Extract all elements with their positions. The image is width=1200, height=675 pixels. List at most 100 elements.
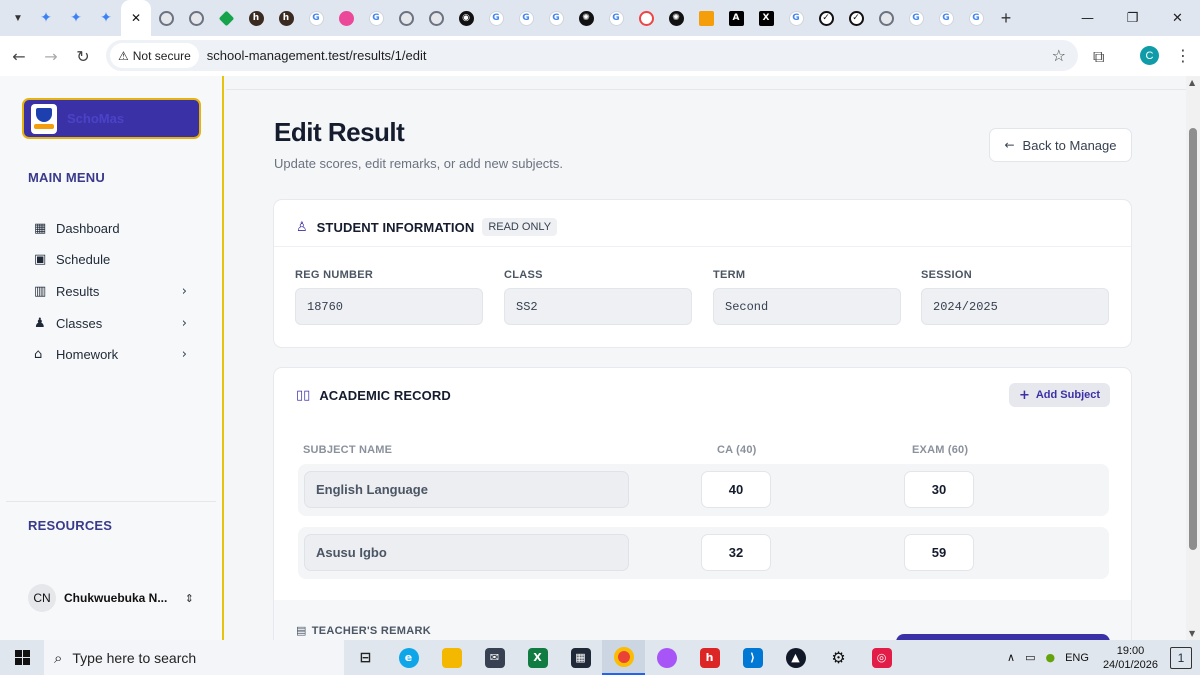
exam-score-input[interactable]: 30 xyxy=(904,471,974,508)
creative-cloud-icon[interactable]: ◎ xyxy=(860,640,903,675)
browser-tab-strip: ▼ ✦ ✦ ✦ ✕ h h G G ◉ G G G ✺ G ✺ A X G ✓ ✓ G G G + — ❐ ✕ xyxy=(0,0,1200,36)
browser-tab[interactable]: ✺ xyxy=(571,0,601,36)
chrome-icon[interactable] xyxy=(602,640,645,675)
network-icon[interactable]: ● xyxy=(1045,651,1055,664)
windows-start-icon[interactable] xyxy=(0,640,44,675)
taskbar-search-box[interactable]: ⌕ Type here to search xyxy=(44,640,344,675)
bookmark-star-icon[interactable]: ☆ xyxy=(1052,46,1066,65)
browser-tab[interactable] xyxy=(331,0,361,36)
profile-avatar[interactable]: C xyxy=(1140,46,1159,65)
browser-tab[interactable] xyxy=(391,0,421,36)
browser-tab[interactable]: ✕ xyxy=(121,0,151,36)
sidebar-item-dashboard[interactable]: ▦ Dashboard xyxy=(28,215,193,241)
browser-tab[interactable]: G xyxy=(901,0,931,36)
settings-gear-icon[interactable]: ⚙ xyxy=(817,640,860,675)
browser-tab[interactable]: h xyxy=(271,0,301,36)
restore-icon[interactable]: ❐ xyxy=(1110,0,1155,36)
sidebar-item-homework[interactable]: ⌂ Homework › xyxy=(28,342,193,368)
browser-tab[interactable]: ✓ xyxy=(811,0,841,36)
back-to-manage-button[interactable]: ← Back to Manage xyxy=(989,128,1132,162)
browser-tab[interactable]: G xyxy=(931,0,961,36)
browser-tab[interactable] xyxy=(151,0,181,36)
browser-tab[interactable]: A xyxy=(721,0,751,36)
scroll-down-icon[interactable]: ▼ xyxy=(1189,629,1195,638)
browser-tab[interactable]: ✦ xyxy=(31,0,61,36)
subject-name-input[interactable]: English Language xyxy=(304,471,629,508)
security-chip[interactable]: ⚠ Not secure xyxy=(110,43,199,68)
sidebar-item-results[interactable]: ▥ Results › xyxy=(28,278,193,304)
scrollbar-thumb[interactable] xyxy=(1189,128,1197,550)
vscode-icon[interactable]: ⟩ xyxy=(731,640,774,675)
sidebar-item-schedule[interactable]: ▣ Schedule xyxy=(28,247,193,273)
globe-icon xyxy=(878,10,894,26)
chrome-canary-icon[interactable] xyxy=(645,640,688,675)
windows-taskbar: ⌕ Type here to search ⊟ e ✉ X ▦ h ⟩ ▲ ⚙ … xyxy=(0,640,1200,675)
browser-tab[interactable] xyxy=(421,0,451,36)
browser-tab[interactable]: ✓ xyxy=(841,0,871,36)
back-arrow-icon[interactable]: ← xyxy=(3,40,35,72)
page-title: Edit Result xyxy=(274,117,405,147)
show-hidden-icons-icon[interactable]: ∧ xyxy=(1007,651,1015,664)
add-subject-button[interactable]: + Add Subject xyxy=(1009,383,1110,407)
task-view-icon[interactable]: ⊟ xyxy=(344,640,387,675)
battery-icon[interactable]: ▭ xyxy=(1025,651,1035,664)
browser-tab[interactable]: ✦ xyxy=(61,0,91,36)
exam-score-input[interactable]: 59 xyxy=(904,534,974,571)
url-text[interactable]: school-management.test/results/1/edit xyxy=(207,48,427,63)
security-label: Not secure xyxy=(132,48,191,63)
extensions-puzzle-icon[interactable]: ⧉ xyxy=(1093,47,1104,67)
new-tab-button[interactable]: + xyxy=(991,8,1021,29)
brand-logo[interactable]: SchoMas xyxy=(22,98,201,139)
user-menu[interactable]: CN Chukwuebuka N... ⇕ xyxy=(28,584,198,612)
bar-chart-icon: ▥ xyxy=(34,283,47,299)
chevron-up-down-icon[interactable]: ⇕ xyxy=(185,592,194,605)
browser-tab[interactable]: G xyxy=(361,0,391,36)
browser-tab[interactable] xyxy=(691,0,721,36)
browser-tab[interactable]: G xyxy=(541,0,571,36)
student-information-header: ♙ STUDENT INFORMATION READ ONLY xyxy=(296,216,558,238)
browser-tab[interactable]: ✺ xyxy=(661,0,691,36)
dribbble-icon xyxy=(338,10,354,26)
ca-score-input[interactable]: 40 xyxy=(701,471,771,508)
browser-tab[interactable]: G xyxy=(511,0,541,36)
browser-tab[interactable]: G xyxy=(481,0,511,36)
edge-icon[interactable]: e xyxy=(387,640,430,675)
close-tab-icon[interactable]: ✕ xyxy=(131,11,141,25)
browser-tab[interactable]: h xyxy=(241,0,271,36)
browser-tab[interactable]: G xyxy=(601,0,631,36)
store-icon[interactable]: ▦ xyxy=(559,640,602,675)
browser-tab[interactable] xyxy=(211,0,241,36)
tab-search-menu-icon[interactable]: ▼ xyxy=(5,5,31,31)
page-scrollbar[interactable]: ▲ ▼ xyxy=(1186,76,1200,640)
browser-tab[interactable]: G xyxy=(301,0,331,36)
subject-name-input[interactable]: Asusu Igbo xyxy=(304,534,629,571)
notification-center-icon[interactable]: 1 xyxy=(1170,646,1192,669)
globe-icon xyxy=(428,10,444,26)
excel-icon[interactable]: X xyxy=(516,640,559,675)
forward-arrow-icon[interactable]: → xyxy=(35,40,67,72)
taskbar-clock[interactable]: 19:00 24/01/2026 xyxy=(1103,644,1158,672)
reg-number-field: 18760 xyxy=(295,288,483,325)
browser-tab[interactable] xyxy=(871,0,901,36)
red-app-icon[interactable]: h xyxy=(688,640,731,675)
browser-tab[interactable]: ◉ xyxy=(451,0,481,36)
language-indicator[interactable]: ENG xyxy=(1065,652,1089,664)
page-subtitle: Update scores, edit remarks, or add new … xyxy=(274,156,564,171)
file-explorer-icon[interactable] xyxy=(430,640,473,675)
address-bar[interactable]: ⚠ Not secure school-management.test/resu… xyxy=(106,40,1078,71)
close-window-icon[interactable]: ✕ xyxy=(1155,0,1200,36)
browser-tab[interactable]: ✦ xyxy=(91,0,121,36)
ca-score-input[interactable]: 32 xyxy=(701,534,771,571)
photos-icon[interactable]: ▲ xyxy=(774,640,817,675)
scroll-up-icon[interactable]: ▲ xyxy=(1189,78,1195,87)
reload-icon[interactable]: ↻ xyxy=(67,40,99,72)
browser-tab[interactable]: G xyxy=(781,0,811,36)
browser-tab[interactable] xyxy=(181,0,211,36)
browser-tab[interactable]: X xyxy=(751,0,781,36)
browser-menu-icon[interactable]: ⋮ xyxy=(1175,46,1191,65)
mail-icon[interactable]: ✉ xyxy=(473,640,516,675)
sidebar-item-classes[interactable]: ♟ Classes › xyxy=(28,310,193,336)
minimize-icon[interactable]: — xyxy=(1065,0,1110,36)
browser-tab[interactable]: G xyxy=(961,0,991,36)
browser-tab[interactable] xyxy=(631,0,661,36)
